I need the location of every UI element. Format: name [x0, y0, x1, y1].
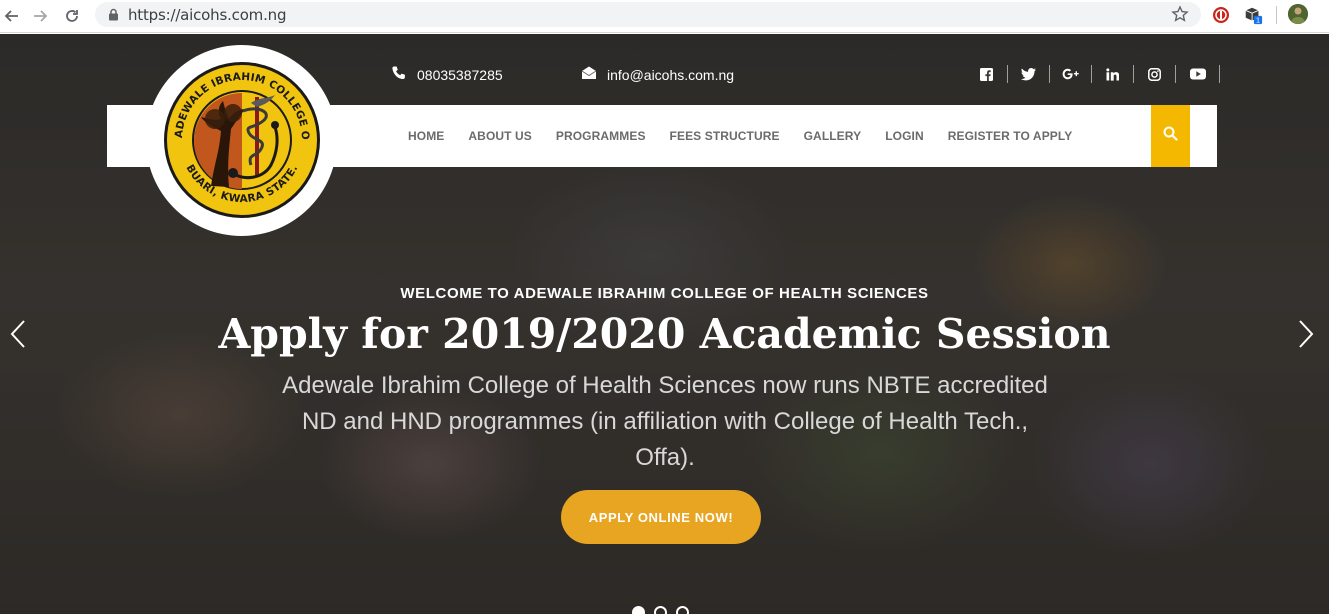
forward-button[interactable] [28, 4, 52, 28]
google-plus-icon[interactable] [1050, 65, 1092, 83]
hero-headline: Apply for 2019/2020 Academic Session [218, 310, 1111, 358]
topbar-phone[interactable]: 08035387285 [391, 65, 503, 84]
nav-item-gallery[interactable]: GALLERY [792, 129, 874, 143]
hero-slider: 08035387285 info@aicohs.com.ng HOME ABOU… [0, 34, 1329, 614]
url-text: https://aicohs.com.ng [128, 6, 287, 24]
topbar-email[interactable]: info@aicohs.com.ng [581, 65, 734, 84]
welcome-heading: WELCOME TO ADEWALE IBRAHIM COLLEGE OF HE… [400, 285, 929, 302]
social-links [966, 65, 1220, 83]
college-logo[interactable]: ADEWALE IBRAHIM COLLEGE OF HEALTH SCIENC… [163, 61, 321, 219]
nav-item-fees-structure[interactable]: FEES STRUCTURE [658, 129, 792, 143]
nav-item-about-us[interactable]: ABOUT US [456, 129, 543, 143]
address-bar[interactable]: https://aicohs.com.ng [95, 2, 1201, 27]
youtube-icon[interactable] [1176, 65, 1220, 83]
slider-pagination [632, 606, 689, 614]
reload-button[interactable] [60, 4, 84, 28]
chevron-left-icon [10, 320, 25, 348]
chevron-right-icon [1299, 320, 1314, 348]
extension-box-icon[interactable]: 1 [1243, 5, 1263, 25]
nav-item-home[interactable]: HOME [396, 129, 456, 143]
hero-description: Adewale Ibrahim College of Health Scienc… [282, 372, 1048, 471]
toolbar-divider [1276, 6, 1277, 24]
lock-icon [108, 8, 119, 26]
slide-dot-2[interactable] [654, 606, 667, 614]
email-address: info@aicohs.com.ng [607, 66, 735, 83]
extension-badge-count: 1 [1256, 16, 1260, 25]
nav-item-programmes[interactable]: PROGRAMMES [544, 129, 658, 143]
facebook-icon[interactable] [966, 65, 1008, 83]
envelope-icon [581, 65, 597, 84]
nav-item-login[interactable]: LOGIN [873, 129, 936, 143]
instagram-icon[interactable] [1134, 65, 1176, 83]
slide-dot-3[interactable] [676, 606, 689, 614]
phone-number: 08035387285 [417, 66, 503, 83]
nav-item-register-to-apply[interactable]: REGISTER TO APPLY [936, 129, 1085, 143]
browser-toolbar: https://aicohs.com.ng 1 [0, 0, 1329, 33]
slider-next-arrow[interactable] [1294, 316, 1318, 352]
profile-avatar[interactable] [1288, 4, 1308, 24]
slide-dot-1[interactable] [632, 606, 645, 614]
nav-menu: HOME ABOUT US PROGRAMMES FEES STRUCTURE … [396, 105, 1084, 167]
phone-icon [391, 65, 407, 84]
search-icon [1163, 126, 1178, 146]
apply-online-button[interactable]: APPLY ONLINE NOW! [561, 490, 761, 544]
bookmark-star-icon[interactable] [1171, 5, 1189, 28]
back-button[interactable] [0, 4, 24, 28]
search-button[interactable] [1151, 105, 1190, 167]
adblock-extension-icon[interactable] [1211, 5, 1231, 25]
linkedin-icon[interactable] [1092, 65, 1134, 83]
twitter-icon[interactable] [1008, 65, 1050, 83]
slider-prev-arrow[interactable] [6, 316, 30, 352]
